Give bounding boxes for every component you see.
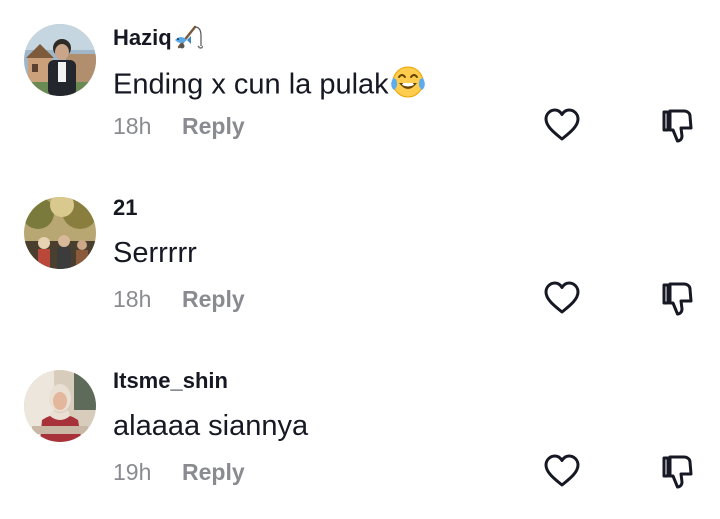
username[interactable]: Itsme_shin	[113, 368, 228, 394]
comment-text: Ending x cun la pulak	[113, 64, 428, 108]
comment-text-body: Ending x cun la pulak	[113, 68, 389, 101]
username-text: Haziq	[113, 24, 172, 50]
fishing-pole-icon	[173, 22, 204, 56]
thumbs-down-icon[interactable]	[660, 281, 696, 317]
avatar[interactable]	[24, 24, 96, 96]
face-with-tears-of-joy-icon	[390, 64, 428, 108]
reply-button[interactable]: Reply	[182, 113, 245, 140]
timestamp: 18h	[113, 113, 152, 139]
comment-item: 21 Serrrrr 18h Reply	[0, 173, 720, 346]
reply-button[interactable]: Reply	[182, 286, 245, 313]
comment-text: alaaaa siannya	[113, 410, 309, 442]
comment-item: Haziq Ending x cun la pulak 18h Reply	[0, 0, 720, 173]
avatar[interactable]	[24, 370, 96, 442]
timestamp: 19h	[113, 459, 152, 485]
comment-item: Itsme_shin alaaaa siannya 19h Reply	[0, 346, 720, 519]
heart-icon[interactable]	[543, 107, 581, 143]
username[interactable]: Haziq	[113, 22, 204, 56]
comment-text: Serrrrr	[113, 237, 197, 269]
reply-button[interactable]: Reply	[182, 459, 245, 486]
username[interactable]: 21	[113, 195, 137, 221]
avatar[interactable]	[24, 197, 96, 269]
thumbs-down-icon[interactable]	[660, 108, 696, 144]
timestamp: 18h	[113, 286, 152, 312]
heart-icon[interactable]	[543, 280, 581, 316]
thumbs-down-icon[interactable]	[660, 454, 696, 490]
heart-icon[interactable]	[543, 453, 581, 489]
